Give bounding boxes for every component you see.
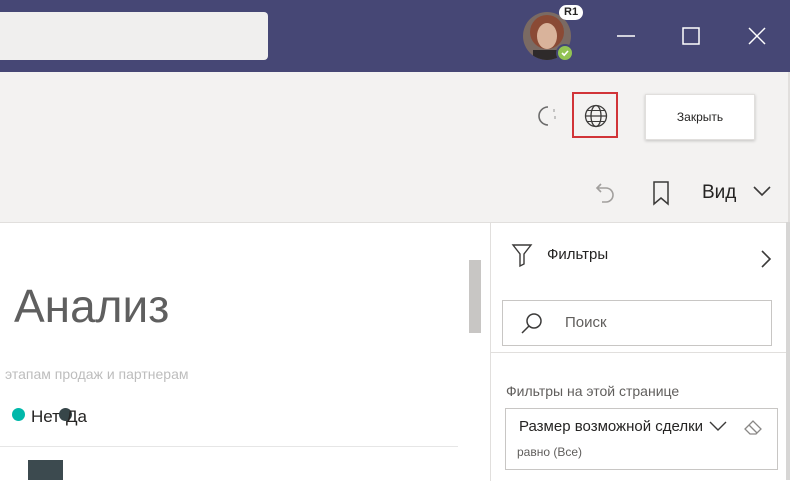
- filters-title: Фильтры: [547, 246, 609, 263]
- eraser-icon[interactable]: [742, 418, 764, 441]
- legend-dot-no: [12, 408, 25, 421]
- page-filters-heading: Фильтры на этой странице: [506, 383, 680, 399]
- chart-fragment: [28, 460, 63, 480]
- filter-funnel-icon: [511, 242, 533, 273]
- report-subtitle: этапам продаж и партнерам: [5, 366, 189, 382]
- canvas-scrollbar[interactable]: [469, 260, 481, 333]
- legend-label-yes: Да: [66, 407, 87, 426]
- view-menu-label[interactable]: Вид: [702, 182, 736, 204]
- maximize-icon: [682, 27, 700, 45]
- legend-label-no: Нет: [31, 407, 60, 426]
- close-button[interactable]: Закрыть: [645, 94, 755, 140]
- pane-divider: [490, 352, 786, 353]
- canvas-divider: [0, 446, 458, 447]
- globe-icon: [584, 104, 608, 128]
- refresh-icon[interactable]: [534, 103, 560, 134]
- close-icon: [748, 27, 766, 45]
- search-icon: [521, 313, 542, 334]
- minimize-icon: [617, 35, 635, 37]
- chevron-down-icon[interactable]: [708, 419, 728, 438]
- minimize-button[interactable]: [614, 24, 638, 48]
- close-window-button[interactable]: [745, 24, 769, 48]
- chevron-right-icon[interactable]: [759, 249, 773, 274]
- report-title: Анализ: [14, 280, 170, 332]
- presence-available-icon: [556, 44, 574, 62]
- undo-icon[interactable]: [592, 180, 616, 211]
- filters-scrollbar[interactable]: [786, 222, 790, 480]
- maximize-button[interactable]: [679, 24, 703, 48]
- filter-card-value: равно (Все): [517, 445, 583, 459]
- search-box[interactable]: [0, 12, 268, 60]
- filter-search-placeholder: Поиск: [565, 314, 607, 331]
- user-badge: R1: [559, 5, 584, 20]
- translate-button[interactable]: [572, 92, 618, 138]
- chevron-down-icon[interactable]: [752, 184, 772, 203]
- bookmark-icon[interactable]: [651, 180, 671, 211]
- filter-search-input[interactable]: Поиск: [502, 300, 772, 346]
- filter-card-name: Размер возможной сделки: [519, 418, 704, 435]
- report-canvas: [0, 222, 490, 481]
